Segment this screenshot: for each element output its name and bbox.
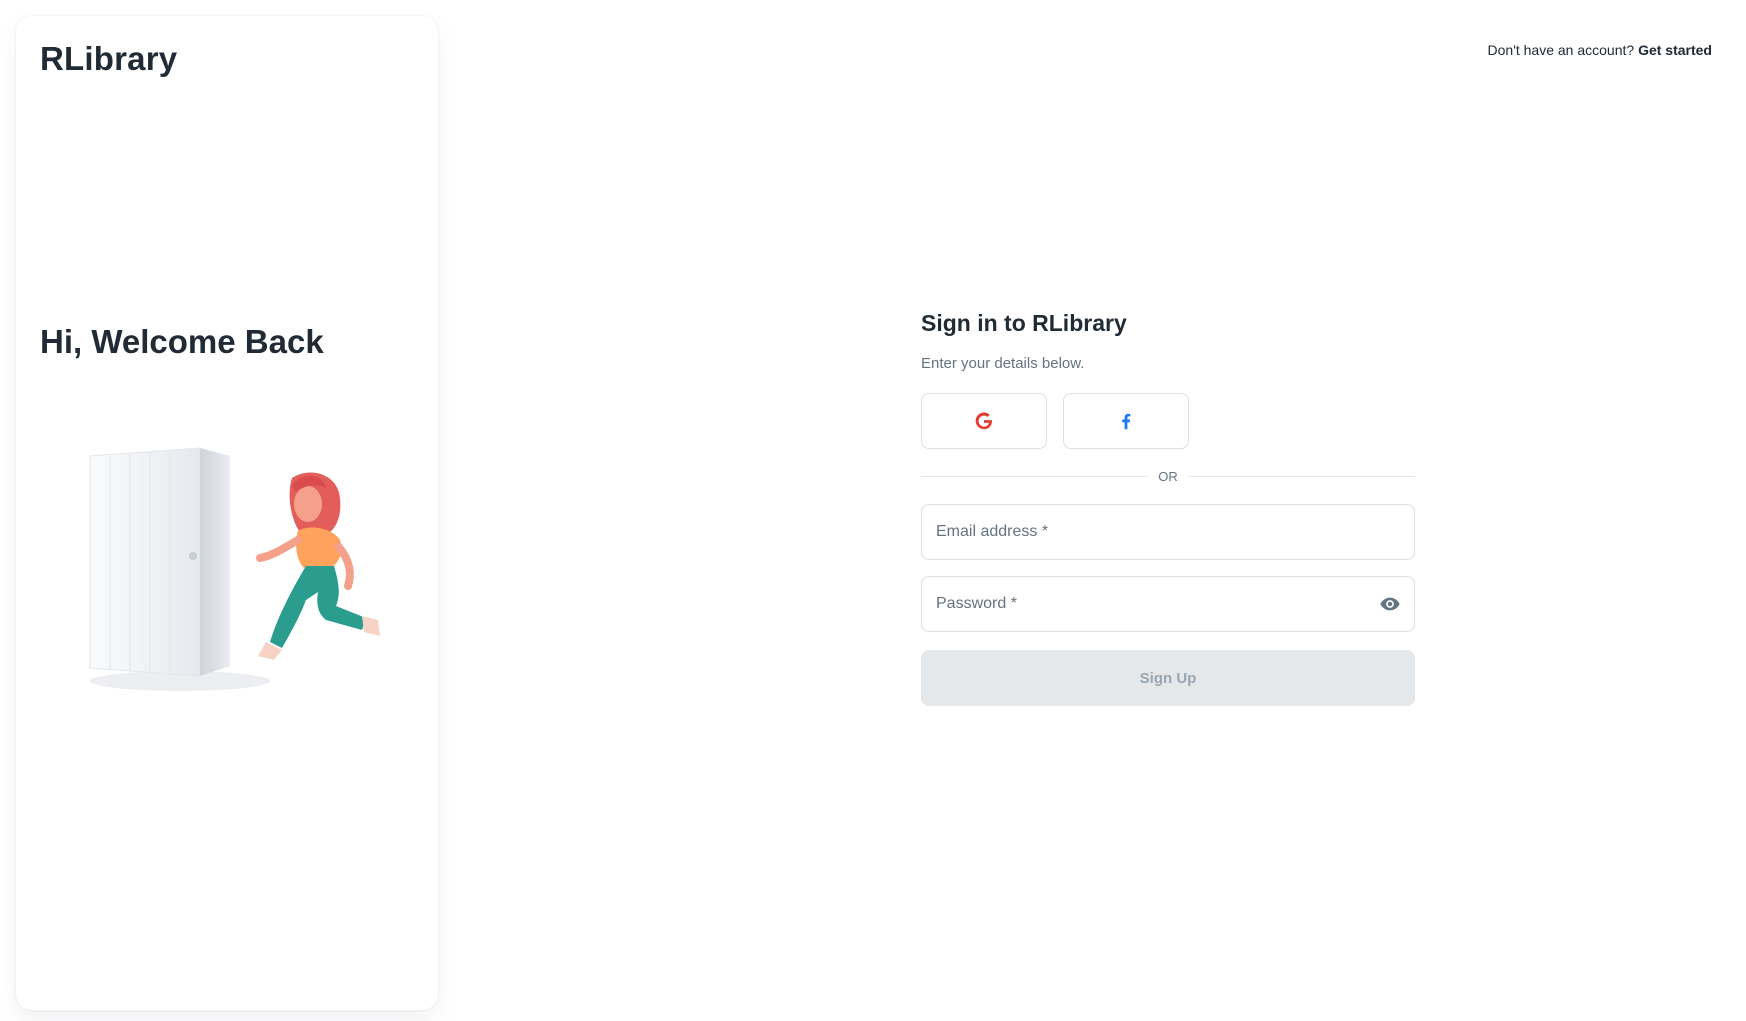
email-input[interactable]	[922, 505, 1414, 559]
password-field[interactable]: Password *	[921, 576, 1415, 632]
divider-line-left	[921, 476, 1149, 477]
side-panel: RLibrary Hi, Welcome Back	[16, 16, 438, 1010]
welcome-heading: Hi, Welcome Back	[40, 323, 324, 360]
social-login-row	[921, 393, 1415, 449]
login-page: RLibrary Hi, Welcome Back Don't have an …	[0, 0, 1746, 1021]
sign-up-button[interactable]: Sign Up	[921, 650, 1415, 706]
password-input[interactable]	[922, 577, 1414, 631]
eye-icon[interactable]	[1376, 590, 1404, 618]
facebook-login-button[interactable]	[1063, 393, 1189, 449]
get-started-link[interactable]: Get started	[1638, 42, 1712, 58]
login-form: Sign in to RLibrary Enter your details b…	[921, 310, 1415, 706]
divider-text: OR	[1158, 469, 1178, 484]
email-field[interactable]: Email address *	[921, 504, 1415, 560]
app-logo[interactable]: RLibrary	[40, 40, 177, 78]
google-login-button[interactable]	[921, 393, 1047, 449]
form-title: Sign in to RLibrary	[921, 310, 1127, 336]
form-subtitle: Enter your details below.	[921, 355, 1085, 372]
welcome-illustration	[89, 447, 380, 691]
facebook-icon	[1122, 413, 1131, 430]
divider-line-right	[1187, 476, 1415, 477]
or-divider: OR	[921, 469, 1415, 484]
google-icon	[975, 412, 993, 430]
signup-prompt: Don't have an account? Get started	[1488, 42, 1712, 58]
signup-prompt-text: Don't have an account?	[1487, 42, 1635, 58]
